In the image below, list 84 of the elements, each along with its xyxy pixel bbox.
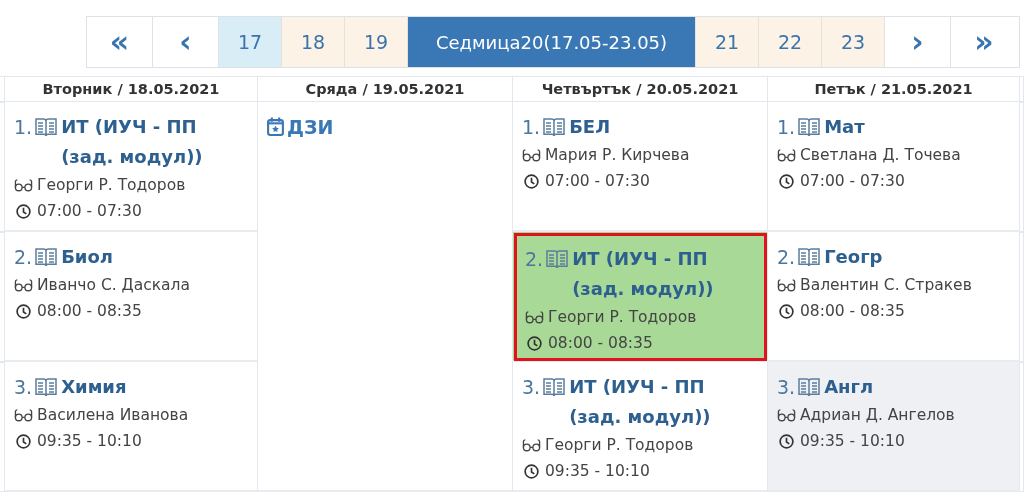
lesson-card[interactable]: 1. БЕЛ Мария Р. Кирчева 07:00 - 07:30 (513, 102, 768, 232)
teacher-name: Василена Иванова (37, 405, 189, 426)
glasses-icon (777, 277, 796, 293)
subject-title: Мат (824, 115, 865, 139)
glasses-icon (14, 407, 33, 423)
lesson-card[interactable]: 1. Мат Светлана Д. Точева 07:00 - 07:30 (768, 102, 1020, 232)
glasses-icon (14, 277, 33, 293)
teacher-name: Георги Р. Тодоров (545, 435, 694, 456)
glasses-icon (525, 309, 544, 325)
glasses-icon (522, 147, 541, 163)
clock-icon (525, 335, 544, 351)
book-icon (35, 117, 58, 137)
lesson-time: 07:00 - 07:30 (800, 171, 905, 192)
book-icon (543, 117, 566, 137)
lesson-card[interactable]: 3. ИТ (ИУЧ - ПП (зад. модул)) Георги Р. Тодоров 09:35 - 10:10 (513, 362, 768, 492)
clock-icon (777, 433, 796, 449)
event-title[interactable]: ДЗИ (287, 112, 334, 142)
subject-title: ИТ (ИУЧ - ПП (зад. модул)) (61, 115, 204, 169)
lesson-number: 3. (14, 375, 33, 400)
lesson-card[interactable]: 2. Геогр Валентин С. Стракев 08:00 - 08:35 (768, 232, 1020, 362)
book-icon (798, 247, 821, 267)
day-tab[interactable]: 17 (219, 17, 282, 67)
clock-icon (522, 173, 541, 189)
subject-title: Англ (824, 375, 874, 399)
teacher-name: Адриан Д. Ангелов (800, 405, 955, 426)
lesson-number: 3. (522, 375, 541, 400)
day-header: Петък / 21.05.2021 (768, 76, 1020, 102)
lesson-time: 09:35 - 10:10 (800, 431, 905, 452)
teacher-name: Светлана Д. Точева (800, 145, 961, 166)
lesson-time: 08:00 - 08:35 (800, 301, 905, 322)
day-tab[interactable]: 23 (822, 17, 885, 67)
lesson-card[interactable]: 1. ИТ (ИУЧ - ПП (зад. модул)) Георги Р. Тодоров 07:00 - 07:30 (5, 102, 258, 232)
book-icon (798, 377, 821, 397)
lesson-time: 09:35 - 10:10 (37, 431, 142, 452)
lesson-number: 1. (522, 115, 541, 140)
lesson-time: 08:00 - 08:35 (548, 333, 653, 354)
teacher-name: Иванчо С. Даскала (37, 275, 190, 296)
lesson-number: 1. (14, 115, 33, 140)
book-icon (35, 377, 58, 397)
lesson-card[interactable]: 2. Биол Иванчо С. Даскала 08:00 - 08:35 (5, 232, 258, 362)
clock-icon (777, 303, 796, 319)
subject-title: ИТ (ИУЧ - ПП (зад. модул)) (569, 375, 712, 429)
clock-icon (14, 433, 33, 449)
book-icon (35, 247, 58, 267)
day-header: Четвъртък / 20.05.2021 (513, 76, 768, 102)
clock-icon (14, 203, 33, 219)
glasses-icon (777, 147, 796, 163)
clock-icon (14, 303, 33, 319)
clock-icon (522, 463, 541, 479)
lesson-card[interactable]: 2. ИТ (ИУЧ - ПП (зад. модул)) Георги Р. Тодоров 08:00 - 08:35 (513, 232, 768, 362)
lesson-number: 2. (14, 245, 33, 270)
day-tab[interactable]: 21 (696, 17, 759, 67)
day-header: Сряда / 19.05.2021 (258, 76, 513, 102)
teacher-name: Георги Р. Тодоров (37, 175, 186, 196)
subject-title: ИТ (ИУЧ - ПП (зад. модул)) (572, 247, 715, 301)
subject-title: Химия (61, 375, 127, 399)
subject-title: Биол (61, 245, 114, 269)
teacher-name: Георги Р. Тодоров (548, 307, 697, 328)
glasses-icon (14, 177, 33, 193)
lesson-number: 2. (777, 245, 796, 270)
subject-title: БЕЛ (569, 115, 611, 139)
day-header: Вторник / 18.05.2021 (5, 76, 258, 102)
book-icon (798, 117, 821, 137)
lesson-number: 3. (777, 375, 796, 400)
teacher-name: Валентин С. Стракев (800, 275, 972, 296)
lesson-time: 07:00 - 07:30 (545, 171, 650, 192)
lesson-card[interactable]: 3. Англ Адриан Д. Ангелов 09:35 - 10:10 (768, 362, 1020, 492)
day-tab[interactable]: 22 (759, 17, 822, 67)
glasses-icon (522, 437, 541, 453)
subject-title: Геогр (824, 245, 883, 269)
clock-icon (777, 173, 796, 189)
lesson-time: 08:00 - 08:35 (37, 301, 142, 322)
week-tab[interactable]: Седмица20(17.05-23.05) (408, 17, 696, 67)
lesson-card[interactable]: 3. Химия Василена Иванова 09:35 - 10:10 (5, 362, 258, 492)
lesson-time: 09:35 - 10:10 (545, 461, 650, 482)
book-icon (543, 377, 566, 397)
book-icon (546, 249, 569, 269)
lesson-number: 1. (777, 115, 796, 140)
day-tab[interactable]: 19 (345, 17, 408, 67)
glasses-icon (777, 407, 796, 423)
lesson-time: 07:00 - 07:30 (37, 201, 142, 222)
teacher-name: Мария Р. Кирчева (545, 145, 690, 166)
day-tab[interactable]: 18 (282, 17, 345, 67)
lesson-number: 2. (525, 247, 544, 272)
